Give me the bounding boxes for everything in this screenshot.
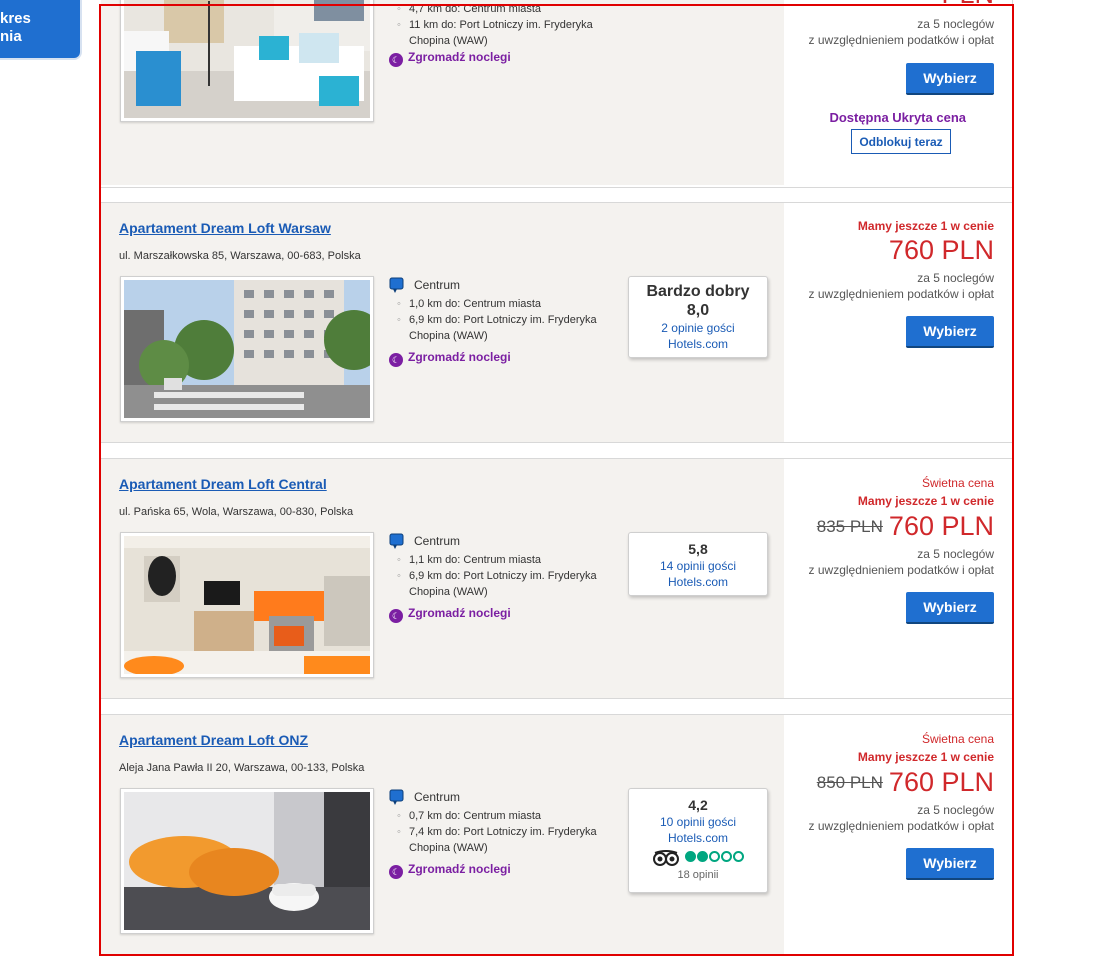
date-range-line2: nia <box>0 28 22 45</box>
results-highlight-frame <box>99 4 1014 956</box>
date-range-line1: kres <box>0 10 31 27</box>
date-range-button[interactable]: kres nia <box>0 0 80 58</box>
